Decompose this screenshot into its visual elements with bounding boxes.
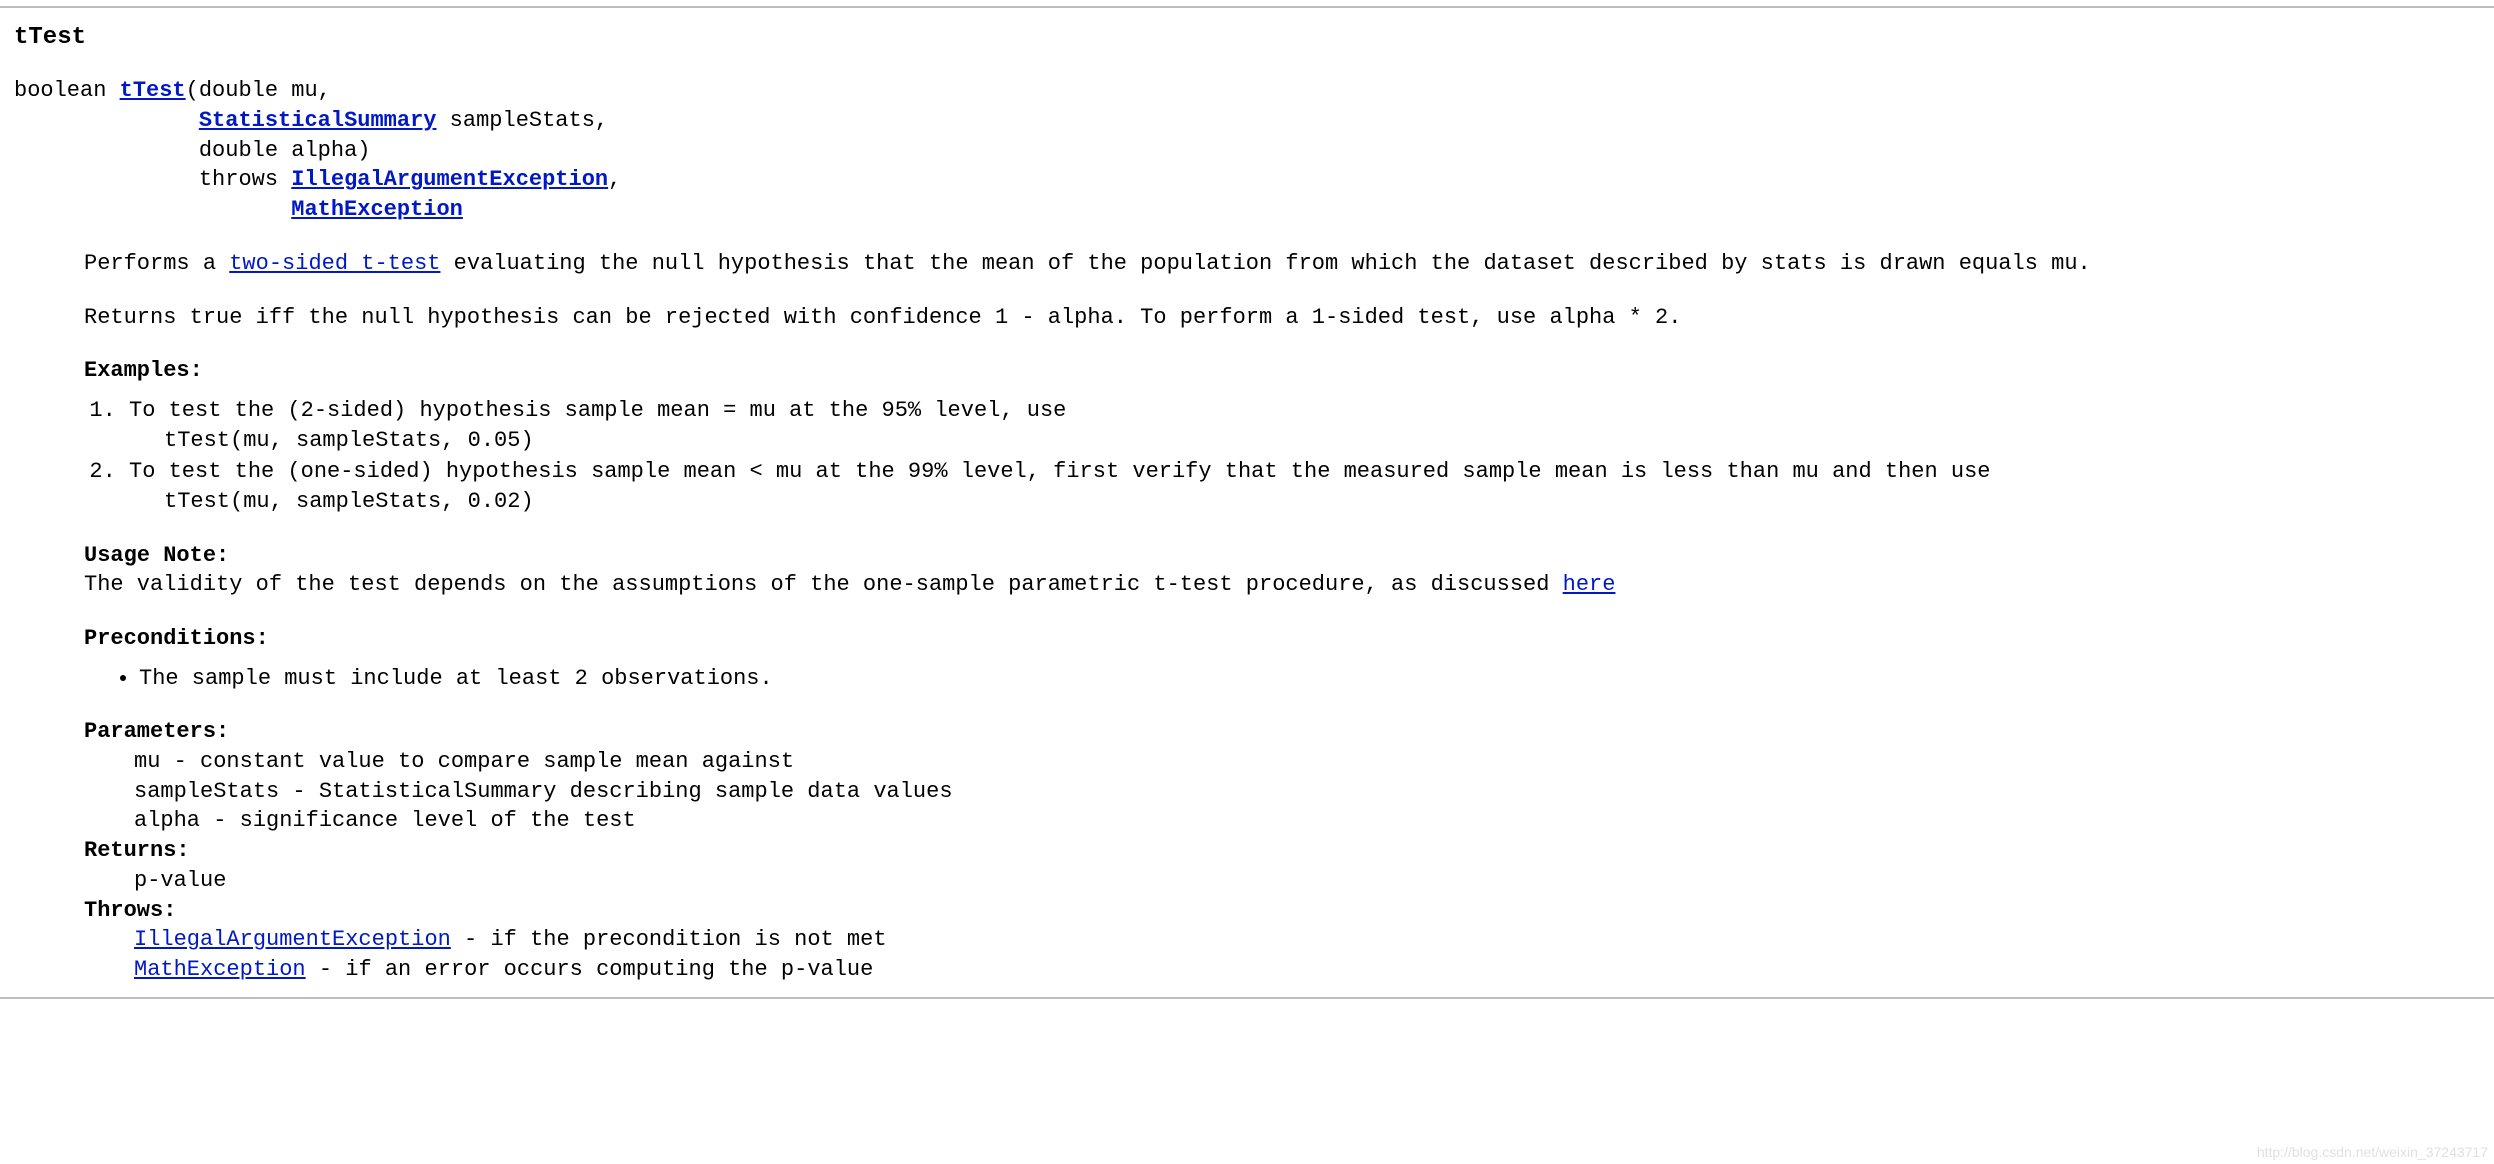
examples-list: To test the (2-sided) hypothesis sample … <box>84 396 2480 517</box>
math-exception-link[interactable]: MathException <box>291 197 463 222</box>
description-para-2: Returns true iff the null hypothesis can… <box>84 303 2480 333</box>
example-line: To test the (2-sided) hypothesis sample … <box>129 396 2480 426</box>
param-item: alpha - significance level of the test <box>84 806 2480 836</box>
watermark-text: http://blog.csdn.net/weixin_37243717 <box>2257 1143 2488 1162</box>
list-item: The sample must include at least 2 obser… <box>139 664 2480 694</box>
list-item: To test the (one-sided) hypothesis sampl… <box>129 457 2480 516</box>
examples-heading: Examples: <box>84 356 2480 386</box>
method-detail-block: tTest boolean tTest(double mu, Statistic… <box>0 6 2494 999</box>
math-exception-link[interactable]: MathException <box>134 957 306 982</box>
throws-heading: Throws: <box>84 896 2480 926</box>
usage-note-heading: Usage Note: <box>84 543 229 568</box>
throws-desc: - if an error occurs computing the p-val… <box>306 957 874 982</box>
method-body: Performs a two-sided t-test evaluating t… <box>84 249 2480 985</box>
sig-indent <box>14 108 199 133</box>
param-item: mu - constant value to compare sample me… <box>84 747 2480 777</box>
description-para-1: Performs a two-sided t-test evaluating t… <box>84 249 2480 279</box>
sig-indent <box>14 167 199 192</box>
method-name-link[interactable]: tTest <box>120 78 186 103</box>
throws-indent <box>14 197 291 222</box>
example-code: tTest(mu, sampleStats, 0.05) <box>129 426 2480 456</box>
sig-param3: double alpha) <box>199 138 371 163</box>
throws-desc: - if the precondition is not met <box>451 927 887 952</box>
sig-indent <box>14 138 199 163</box>
parameters-heading: Parameters: <box>84 717 2480 747</box>
returns-value: p-value <box>84 866 2480 896</box>
throws-keyword: throws <box>199 167 291 192</box>
illegal-argument-exception-link[interactable]: IllegalArgumentException <box>291 167 608 192</box>
comma: , <box>608 167 621 192</box>
preconditions-list: The sample must include at least 2 obser… <box>84 664 2480 694</box>
sig-open: (double mu, <box>186 78 331 103</box>
illegal-argument-exception-link[interactable]: IllegalArgumentException <box>134 927 451 952</box>
sig-param2: sampleStats, <box>436 108 608 133</box>
desc-text: evaluating the null hypothesis that the … <box>440 251 2090 276</box>
method-signature: boolean tTest(double mu, StatisticalSumm… <box>14 76 2480 224</box>
return-type: boolean <box>14 78 120 103</box>
example-line: To test the (one-sided) hypothesis sampl… <box>129 457 2480 487</box>
returns-heading: Returns: <box>84 836 2480 866</box>
here-link[interactable]: here <box>1563 572 1616 597</box>
list-item: To test the (2-sided) hypothesis sample … <box>129 396 2480 455</box>
usage-note-text: The validity of the test depends on the … <box>84 572 1563 597</box>
definitions: Parameters: mu - constant value to compa… <box>84 717 2480 984</box>
usage-note-block: Usage Note: The validity of the test dep… <box>84 541 2480 600</box>
preconditions-heading: Preconditions: <box>84 624 2480 654</box>
throws-item: IllegalArgumentException - if the precon… <box>84 925 2480 955</box>
throws-item: MathException - if an error occurs compu… <box>84 955 2480 985</box>
example-code: tTest(mu, sampleStats, 0.02) <box>129 487 2480 517</box>
two-sided-t-test-link[interactable]: two-sided t-test <box>229 251 440 276</box>
statistical-summary-link[interactable]: StatisticalSummary <box>199 108 437 133</box>
method-name-heading: tTest <box>14 22 2480 54</box>
param-item: sampleStats - StatisticalSummary describ… <box>84 777 2480 807</box>
desc-text: Performs a <box>84 251 229 276</box>
